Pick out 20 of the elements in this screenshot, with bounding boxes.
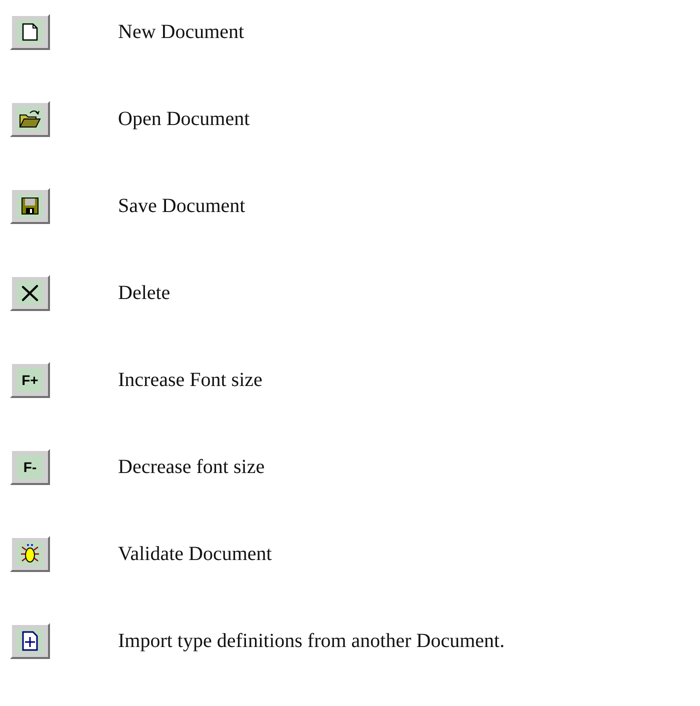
toolbar-button[interactable] (10, 188, 50, 224)
toolbar-button[interactable] (10, 14, 50, 50)
folder-icon (18, 109, 42, 129)
toolbar-button[interactable]: F- (10, 449, 50, 485)
document-plus-icon (22, 631, 38, 651)
item-label: Save Document (118, 194, 246, 219)
item-label: Decrease font size (118, 455, 265, 480)
cross-icon (20, 284, 40, 302)
toolbar-button[interactable] (10, 275, 50, 311)
item-label: Open Document (118, 107, 250, 132)
item-label: New Document (118, 20, 244, 45)
toolbar-button[interactable] (10, 101, 50, 137)
toolbar-button[interactable] (10, 536, 50, 572)
document-icon (22, 23, 38, 41)
item-label: Increase Font size (118, 368, 262, 393)
toolbar-button[interactable] (10, 623, 50, 659)
item-label: Delete (118, 281, 170, 306)
item-label: Validate Document (118, 542, 272, 567)
toolbar-button[interactable]: F+ (10, 362, 50, 398)
item-label: Import type definitions from another Document. (118, 629, 505, 654)
